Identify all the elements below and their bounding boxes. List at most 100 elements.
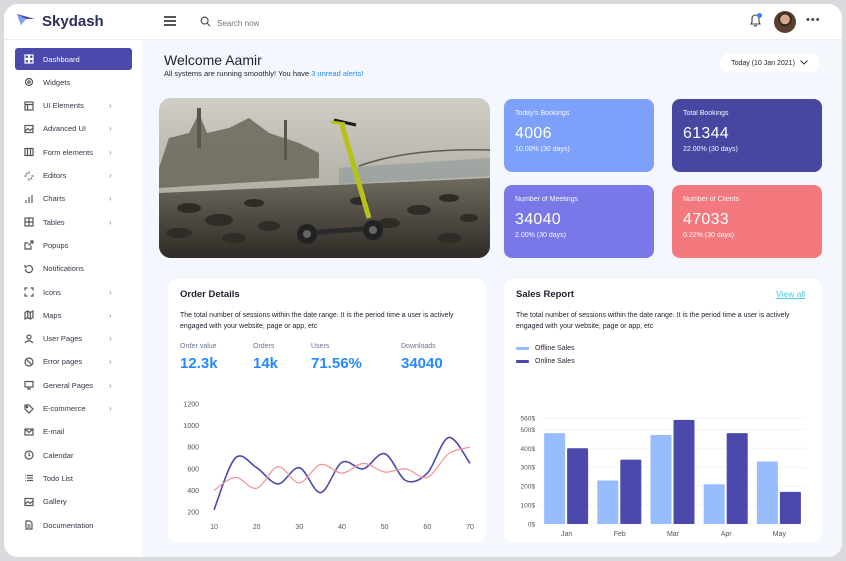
- stat-label: Total Bookings: [683, 110, 729, 117]
- chevron-right-icon: ›: [109, 310, 112, 320]
- bell-icon[interactable]: [750, 13, 762, 32]
- x-tick-label: Apr: [721, 531, 733, 538]
- y-tick-label: 0$: [528, 522, 536, 529]
- sidebar-item-icons[interactable]: Icons ›: [15, 281, 132, 303]
- stat-card[interactable]: Number of Clients 47033 0.22% (30 days): [672, 185, 822, 258]
- more-options-icon[interactable]: •••: [806, 14, 821, 26]
- user-icon: [24, 333, 34, 344]
- sidebar-item-label: Widgets: [43, 77, 71, 87]
- y-tick-label: 1200: [183, 402, 199, 409]
- sidebar-item-documentation[interactable]: Documentation: [15, 514, 132, 536]
- stat-change: 22.00% (30 days): [683, 146, 738, 153]
- bar-offline-sales-mar[interactable]: [650, 435, 672, 524]
- menu-toggle-icon[interactable]: [164, 16, 176, 26]
- mail-icon: [24, 427, 34, 437]
- map-icon: [24, 310, 34, 321]
- bar-offline-sales-may[interactable]: [756, 461, 778, 524]
- main-content: Welcome Aamir All systems are running sm…: [142, 40, 842, 557]
- sidebar-item-notifications[interactable]: Notifications: [15, 258, 132, 280]
- sidebar-item-editors[interactable]: Editors ›: [15, 165, 132, 187]
- stat-value: 47033: [683, 211, 729, 228]
- chevron-right-icon: ›: [109, 147, 112, 157]
- x-tick-label: 50: [381, 524, 389, 531]
- unread-alerts-link[interactable]: 3 unread alerts!: [311, 69, 363, 78]
- sidebar-item-label: Calendar: [43, 450, 74, 460]
- search-input[interactable]: [217, 18, 377, 28]
- metric-value: 34040: [401, 355, 443, 372]
- stat-card[interactable]: Total Bookings 61344 22.00% (30 days): [672, 99, 822, 172]
- user-avatar[interactable]: [774, 11, 796, 33]
- order-line-chart: 200 400 600 800 1000 1200 10 20 30 40 50 60 70: [183, 402, 474, 532]
- sidebar-item-label: Icons: [43, 287, 61, 297]
- metric-value: 12.3k: [180, 355, 218, 372]
- order-details-description: The total number of sessions within the …: [180, 312, 454, 330]
- bar-online-sales-may[interactable]: [779, 491, 801, 524]
- sidebar-item-form-elements[interactable]: Form elements ›: [15, 141, 132, 163]
- metric-label: Orders: [253, 343, 275, 350]
- date-dropdown[interactable]: Today (10 Jan 2021): [720, 54, 819, 72]
- stat-value: 34040: [515, 211, 561, 228]
- bar-offline-sales-feb[interactable]: [597, 480, 619, 524]
- external-link-icon: [24, 240, 34, 250]
- sidebar-item-general-pages[interactable]: General Pages ›: [15, 374, 132, 396]
- legend-swatch: [516, 347, 529, 350]
- sidebar-item-calendar[interactable]: Calendar: [15, 444, 132, 466]
- sidebar-item-charts[interactable]: Charts ›: [15, 188, 132, 210]
- stat-change: 0.22% (30 days): [683, 232, 734, 239]
- legend-label: Offline Sales: [535, 345, 575, 352]
- bar-offline-sales-apr[interactable]: [703, 484, 725, 524]
- chevron-right-icon: ›: [109, 124, 112, 134]
- y-tick-label: 560$: [521, 416, 536, 423]
- sidebar-item-e-commerce[interactable]: E-commerce ›: [15, 398, 132, 420]
- bar-online-sales-jan[interactable]: [567, 448, 589, 524]
- sidebar-item-user-pages[interactable]: User Pages ›: [15, 328, 132, 350]
- legend-item[interactable]: Offline Sales: [516, 345, 575, 352]
- stat-card[interactable]: Number of Meetings 34040 2.00% (30 days): [504, 185, 654, 258]
- sidebar-item-e-mail[interactable]: E-mail: [15, 421, 132, 443]
- dashboard-icon: [24, 54, 34, 64]
- sales-bar-chart: 0$ 100$ 200$ 300$ 400$ 500$ 560$ Jan Feb Mar Apr Ma…: [521, 416, 806, 538]
- monitor-icon: [24, 380, 34, 390]
- x-tick-label: 40: [338, 524, 346, 531]
- sidebar-item-tables[interactable]: Tables ›: [15, 211, 132, 233]
- file-icon: [24, 520, 34, 530]
- stat-change: 10.00% (30 days): [515, 146, 570, 153]
- stat-card[interactable]: Today's Bookings 4006 10.00% (30 days): [504, 99, 654, 172]
- sidebar-item-ui-elements[interactable]: UI Elements ›: [15, 95, 132, 117]
- bar-offline-sales-jan[interactable]: [544, 433, 566, 524]
- sidebar-item-label: Maps: [43, 310, 62, 320]
- search-icon[interactable]: [200, 14, 211, 32]
- brand-logo[interactable]: Skydash: [16, 12, 104, 31]
- legend-label: Online Sales: [535, 358, 575, 365]
- sidebar-item-maps[interactable]: Maps ›: [15, 304, 132, 326]
- sidebar-item-label: Charts: [43, 194, 66, 204]
- sidebar-item-popups[interactable]: Popups: [15, 234, 132, 256]
- legend-swatch: [516, 360, 529, 363]
- x-tick-label: 30: [295, 524, 303, 531]
- sidebar-item-label: Advanced UI: [43, 124, 86, 134]
- bar-online-sales-mar[interactable]: [673, 419, 695, 524]
- bar-online-sales-apr[interactable]: [726, 433, 748, 524]
- y-tick-label: 1000: [183, 423, 199, 430]
- metric-label: Users: [311, 343, 330, 350]
- sidebar-item-widgets[interactable]: Widgets: [15, 71, 132, 93]
- sidebar-item-label: Form elements: [43, 147, 94, 157]
- sidebar-item-todo-list[interactable]: Todo List: [15, 467, 132, 489]
- top-navbar: Skydash •••: [4, 4, 842, 40]
- sidebar-item-label: Error pages: [43, 357, 83, 367]
- page-title: Welcome Aamir: [164, 52, 262, 68]
- x-tick-label: 20: [253, 524, 261, 531]
- legend-item[interactable]: Online Sales: [516, 358, 575, 365]
- sidebar-item-dashboard[interactable]: Dashboard: [15, 48, 132, 70]
- grid-icon: [24, 217, 34, 227]
- sales-report-card: Sales Report View all The total number o…: [504, 279, 822, 543]
- refresh-icon: [24, 264, 34, 274]
- bar-online-sales-feb[interactable]: [620, 459, 642, 524]
- y-tick-label: 800: [187, 445, 199, 452]
- view-all-link[interactable]: View all: [776, 289, 805, 299]
- sidebar-item-label: Editors: [43, 171, 67, 180]
- sidebar-item-advanced-ui[interactable]: Advanced UI ›: [15, 118, 132, 140]
- order-details-card: Order Details The total number of sessio…: [168, 279, 486, 543]
- sidebar-item-gallery[interactable]: Gallery: [15, 491, 132, 513]
- sidebar-item-error-pages[interactable]: Error pages ›: [15, 351, 132, 373]
